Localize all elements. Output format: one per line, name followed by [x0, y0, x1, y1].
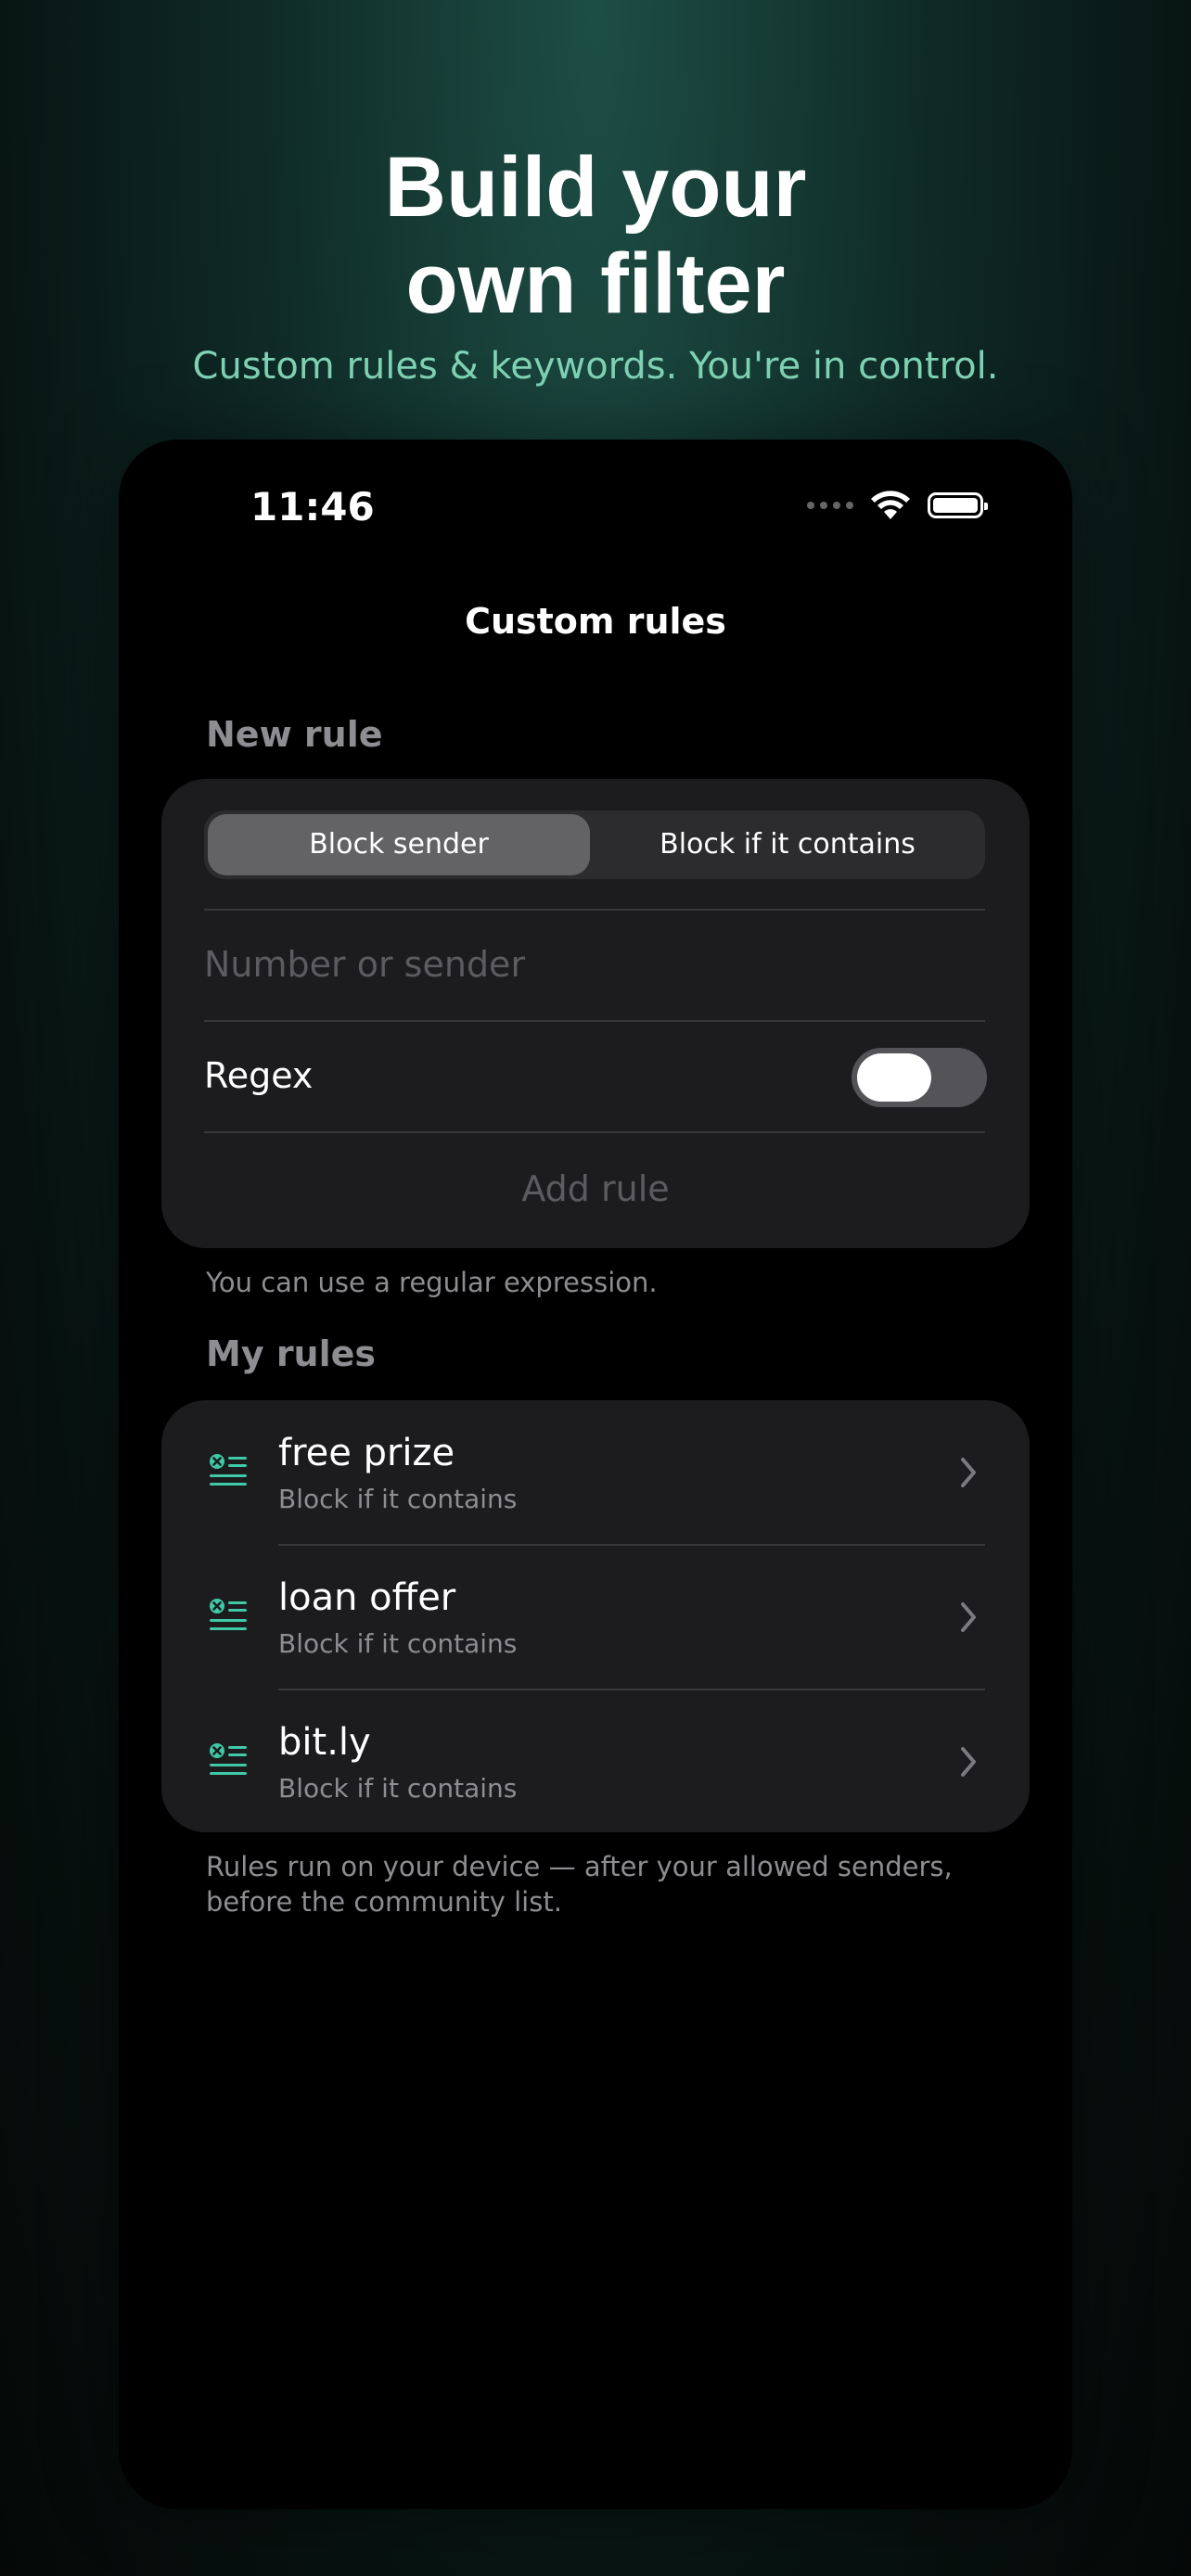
my-rules-header: My rules — [206, 1333, 377, 1374]
status-icons — [807, 490, 988, 521]
wifi-icon — [871, 491, 910, 519]
blocked-list-icon — [210, 1599, 247, 1630]
regex-footnote: You can use a regular expression. — [206, 1267, 658, 1298]
my-rules-card: free prize Block if it contains loan off… — [161, 1400, 1030, 1832]
hero-title-line-2: own filter — [405, 236, 786, 331]
rule-title: loan offer — [278, 1576, 456, 1619]
rule-type-segmented-control[interactable]: Block sender Block if it contains — [204, 810, 985, 879]
rules-footnote: Rules run on your device — after your al… — [206, 1851, 953, 1918]
regex-toggle[interactable] — [852, 1048, 987, 1107]
rule-subtitle: Block if it contains — [278, 1484, 518, 1514]
chevron-right-icon — [961, 1458, 976, 1487]
chevron-right-icon — [961, 1747, 976, 1777]
cellular-signal-icon — [807, 502, 853, 509]
blocked-list-icon — [210, 1454, 247, 1486]
rule-subtitle: Block if it contains — [278, 1773, 518, 1804]
hero-subtitle: Custom rules & keywords. You're in contr… — [192, 345, 999, 388]
status-time: 11:46 — [250, 484, 375, 529]
rule-row-free-prize[interactable]: free prize Block if it contains — [161, 1400, 1030, 1545]
battery-icon — [928, 492, 988, 518]
segment-block-if-contains[interactable]: Block if it contains — [594, 810, 981, 879]
phone-screen: 11:46 Custom rules New rule Block sender… — [119, 440, 1072, 2509]
divider — [204, 1131, 985, 1133]
blocked-list-icon — [210, 1743, 247, 1775]
rule-subtitle: Block if it contains — [278, 1628, 518, 1659]
hero-title: Build your own filter — [0, 139, 1191, 332]
divider — [204, 1020, 985, 1022]
new-rule-card: Block sender Block if it contains Number… — [161, 779, 1030, 1248]
segment-block-sender[interactable]: Block sender — [208, 810, 590, 879]
rule-row-bit-ly[interactable]: bit.ly Block if it contains — [161, 1690, 1030, 1834]
hero-title-line-1: Build your — [384, 140, 807, 235]
chevron-right-icon — [961, 1602, 976, 1632]
rule-row-loan-offer[interactable]: loan offer Block if it contains — [161, 1545, 1030, 1690]
rule-title: free prize — [278, 1432, 455, 1474]
regex-label: Regex — [204, 1055, 314, 1096]
regex-toggle-knob — [857, 1053, 931, 1102]
rule-title: bit.ly — [278, 1721, 371, 1764]
add-rule-button[interactable]: Add rule — [161, 1135, 1030, 1243]
number-or-sender-input[interactable]: Number or sender — [204, 911, 985, 1018]
new-rule-header: New rule — [206, 714, 383, 755]
nav-title: Custom rules — [465, 601, 726, 642]
